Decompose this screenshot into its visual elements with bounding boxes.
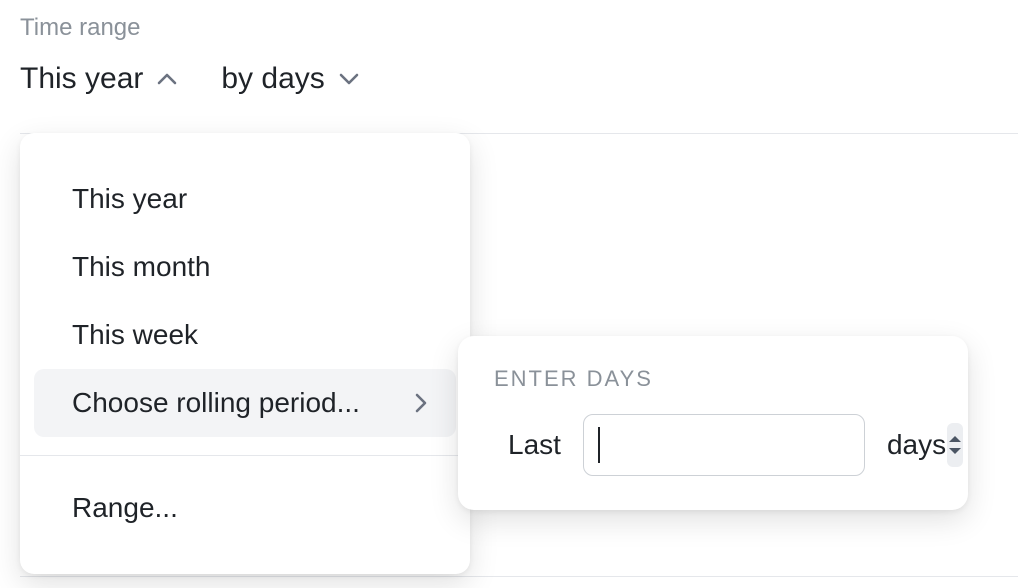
granularity-value: by days — [221, 62, 324, 96]
chevron-down-icon — [339, 72, 359, 86]
menu-item-range[interactable]: Range... — [34, 474, 456, 542]
menu-item-label: This year — [72, 183, 187, 215]
prefix-label: Last — [508, 429, 561, 461]
time-range-value: This year — [20, 62, 143, 96]
text-caret — [598, 427, 600, 463]
menu-separator — [20, 455, 470, 456]
menu-item-label: This week — [72, 319, 198, 351]
rolling-period-panel: ENTER DAYS Last days — [458, 336, 968, 510]
menu-item-label: This month — [72, 251, 211, 283]
stepper-down-icon — [947, 446, 963, 456]
days-input[interactable] — [584, 415, 947, 475]
menu-item-this-month[interactable]: This month — [34, 233, 456, 301]
divider — [20, 576, 1018, 577]
time-range-label: Time range — [20, 14, 141, 42]
menu-item-this-year[interactable]: This year — [34, 165, 456, 233]
enter-days-row: Last days — [494, 414, 932, 476]
menu-item-label: Choose rolling period... — [72, 387, 360, 419]
menu-item-rolling-period[interactable]: Choose rolling period... — [34, 369, 456, 437]
days-input-wrapper[interactable] — [583, 414, 865, 476]
number-stepper[interactable] — [947, 423, 963, 467]
menu-item-this-week[interactable]: This week — [34, 301, 456, 369]
time-range-dropdown[interactable]: This year — [20, 62, 177, 96]
enter-days-title: ENTER DAYS — [494, 366, 932, 392]
menu-item-label: Range... — [72, 492, 178, 524]
time-range-selectors: This year by days — [20, 62, 359, 96]
chevron-right-icon — [414, 392, 428, 414]
granularity-dropdown[interactable]: by days — [221, 62, 358, 96]
time-range-menu: This year This month This week Choose ro… — [20, 133, 470, 574]
chevron-up-icon — [157, 72, 177, 86]
stepper-up-icon — [947, 434, 963, 444]
